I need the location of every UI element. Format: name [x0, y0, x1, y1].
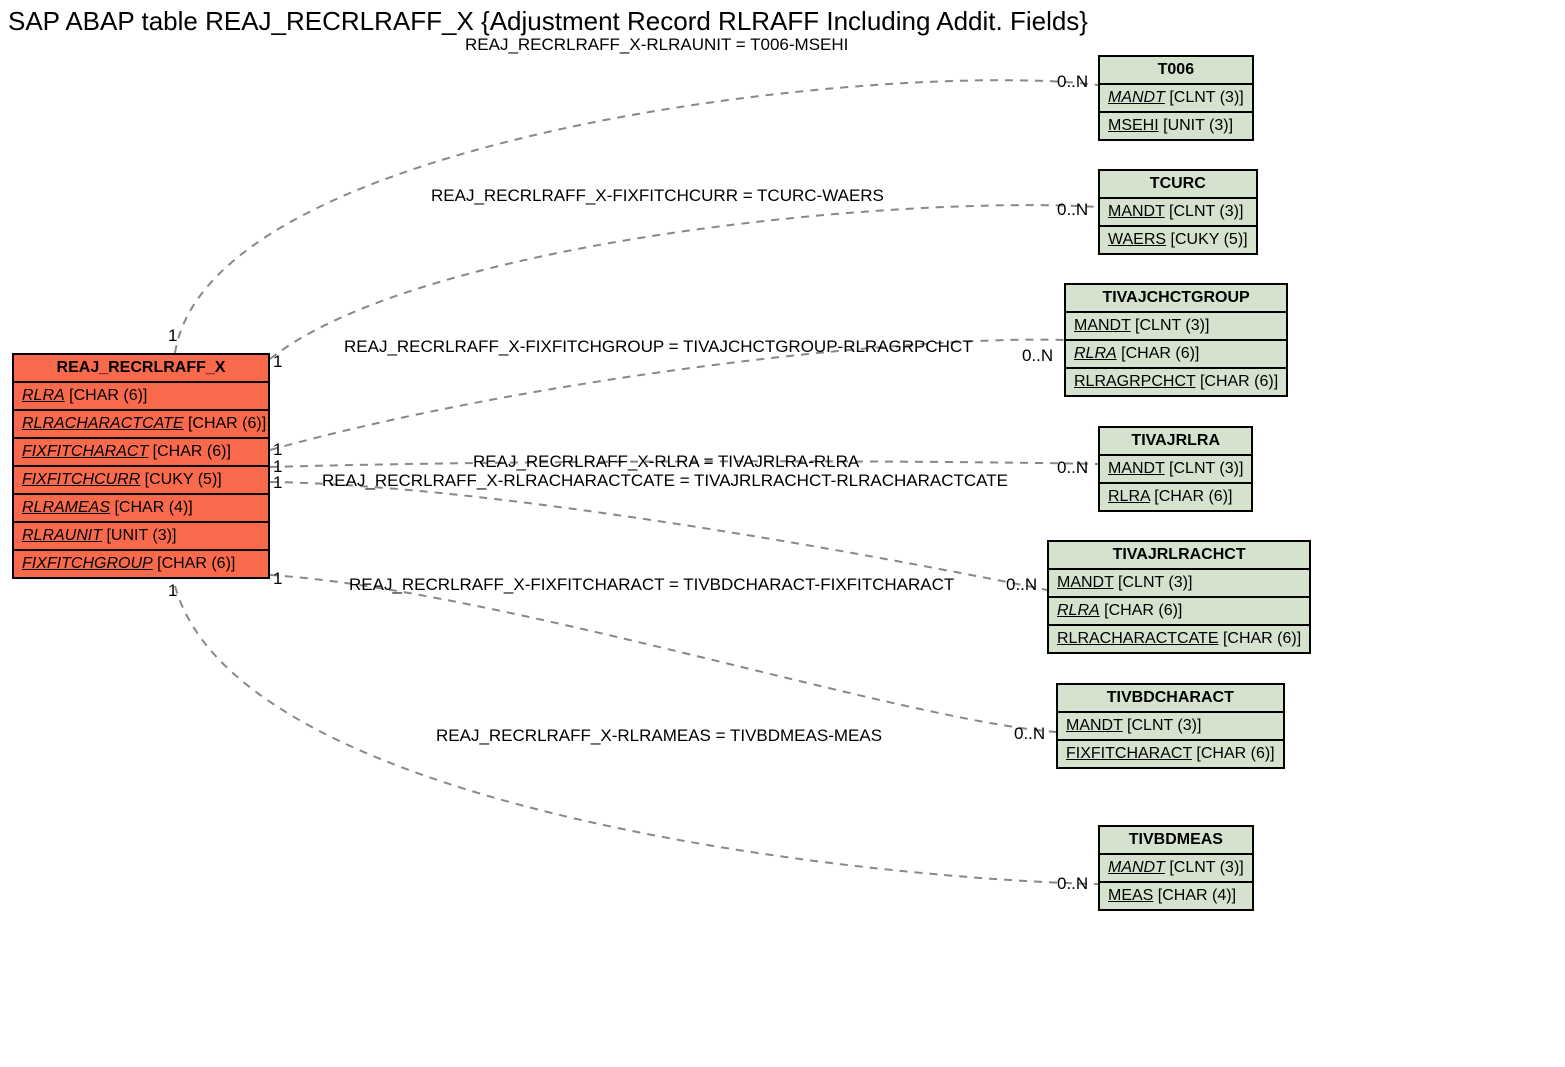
entity-tivbdcharact: TIVBDCHARACT MANDT [CLNT (3)] FIXFITCHAR… — [1056, 683, 1285, 769]
entity-field: MEAS [CHAR (4)] — [1100, 883, 1252, 909]
entity-field: RLRA [CHAR (6)] — [1100, 484, 1251, 510]
entity-field: RLRAMEAS [CHAR (4)] — [14, 495, 268, 523]
entity-tivbdmeas: TIVBDMEAS MANDT [CLNT (3)] MEAS [CHAR (4… — [1098, 825, 1254, 911]
relation-label: REAJ_RECRLRAFF_X-RLRAMEAS = TIVBDMEAS-ME… — [436, 726, 882, 746]
entity-field: RLRA [CHAR (6)] — [1049, 598, 1309, 626]
entity-field: FIXFITCHGROUP [CHAR (6)] — [14, 551, 268, 577]
entity-header: TIVBDCHARACT — [1058, 685, 1283, 713]
entity-source: REAJ_RECRLRAFF_X RLRA [CHAR (6)] RLRACHA… — [12, 353, 270, 579]
entity-field: MANDT [CLNT (3)] — [1066, 313, 1286, 341]
entity-t006: T006 MANDT [CLNT (3)] MSEHI [UNIT (3)] — [1098, 55, 1254, 141]
entity-header: TIVAJRLRA — [1100, 428, 1251, 456]
entity-field: FIXFITCHCURR [CUKY (5)] — [14, 467, 268, 495]
entity-field: MANDT [CLNT (3)] — [1100, 456, 1251, 484]
entity-field: MANDT [CLNT (3)] — [1100, 85, 1252, 113]
cardinality-right: 0..N — [1006, 575, 1037, 595]
entity-header: TCURC — [1100, 171, 1256, 199]
entity-tivajrlra: TIVAJRLRA MANDT [CLNT (3)] RLRA [CHAR (6… — [1098, 426, 1253, 512]
cardinality-left: 1 — [168, 326, 177, 346]
entity-tivajrlrachct: TIVAJRLRACHCT MANDT [CLNT (3)] RLRA [CHA… — [1047, 540, 1311, 654]
cardinality-right: 0..N — [1057, 874, 1088, 894]
entity-tcurc: TCURC MANDT [CLNT (3)] WAERS [CUKY (5)] — [1098, 169, 1258, 255]
entity-field: RLRAUNIT [UNIT (3)] — [14, 523, 268, 551]
relation-label: REAJ_RECRLRAFF_X-FIXFITCHGROUP = TIVAJCH… — [344, 337, 973, 357]
entity-field: RLRACHARACTCATE [CHAR (6)] — [14, 411, 268, 439]
entity-header: T006 — [1100, 57, 1252, 85]
cardinality-left: 1 — [168, 581, 177, 601]
entity-field: RLRACHARACTCATE [CHAR (6)] — [1049, 626, 1309, 652]
cardinality-right: 0..N — [1022, 346, 1053, 366]
cardinality-right: 0..N — [1057, 72, 1088, 92]
entity-header: TIVAJCHCTGROUP — [1066, 285, 1286, 313]
cardinality-left: 1 — [273, 473, 282, 493]
cardinality-left: 1 — [273, 569, 282, 589]
relation-label: REAJ_RECRLRAFF_X-RLRACHARACTCATE = TIVAJ… — [322, 471, 1008, 491]
entity-field: MSEHI [UNIT (3)] — [1100, 113, 1252, 139]
page-title: SAP ABAP table REAJ_RECRLRAFF_X {Adjustm… — [8, 6, 1088, 37]
entity-field: WAERS [CUKY (5)] — [1100, 227, 1256, 253]
entity-tivajchctgroup: TIVAJCHCTGROUP MANDT [CLNT (3)] RLRA [CH… — [1064, 283, 1288, 397]
entity-field: FIXFITCHARACT [CHAR (6)] — [14, 439, 268, 467]
relation-label: REAJ_RECRLRAFF_X-RLRAUNIT = T006-MSEHI — [465, 35, 848, 55]
entity-source-header: REAJ_RECRLRAFF_X — [14, 355, 268, 383]
entity-field: MANDT [CLNT (3)] — [1049, 570, 1309, 598]
entity-field: FIXFITCHARACT [CHAR (6)] — [1058, 741, 1283, 767]
entity-field: MANDT [CLNT (3)] — [1100, 855, 1252, 883]
entity-field: RLRA [CHAR (6)] — [1066, 341, 1286, 369]
entity-field: MANDT [CLNT (3)] — [1058, 713, 1283, 741]
entity-header: TIVAJRLRACHCT — [1049, 542, 1309, 570]
entity-field: RLRAGRPCHCT [CHAR (6)] — [1066, 369, 1286, 395]
cardinality-right: 0..N — [1014, 724, 1045, 744]
cardinality-left: 1 — [273, 352, 282, 372]
relation-label: REAJ_RECRLRAFF_X-RLRA = TIVAJRLRA-RLRA — [473, 452, 859, 472]
cardinality-right: 0..N — [1057, 200, 1088, 220]
relation-label: REAJ_RECRLRAFF_X-FIXFITCHARACT = TIVBDCH… — [349, 575, 954, 595]
entity-field: MANDT [CLNT (3)] — [1100, 199, 1256, 227]
cardinality-right: 0..N — [1057, 458, 1088, 478]
entity-header: TIVBDMEAS — [1100, 827, 1252, 855]
relation-label: REAJ_RECRLRAFF_X-FIXFITCHCURR = TCURC-WA… — [431, 186, 884, 206]
entity-field: RLRA [CHAR (6)] — [14, 383, 268, 411]
